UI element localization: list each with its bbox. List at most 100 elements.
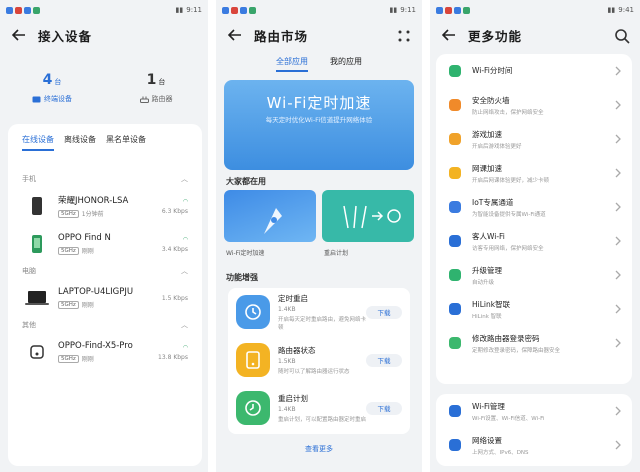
band-badge: 5GHz: [58, 300, 79, 309]
band-badge: 5GHz: [58, 246, 79, 255]
tab-blacklist[interactable]: 黑名单设备: [106, 134, 146, 151]
tab-offline[interactable]: 离线设备: [64, 134, 96, 151]
chevron-right-icon: [615, 134, 621, 144]
section-enhance: 功能增强: [226, 273, 258, 282]
item-name: 升级管理: [472, 265, 502, 275]
wifi-icon: [446, 404, 464, 418]
feature-item[interactable]: Wi-Fi分时间: [436, 54, 632, 88]
item-name: 游戏加速: [472, 129, 502, 139]
stat-routers[interactable]: 1台 路由器: [104, 72, 208, 104]
download-button[interactable]: 下载: [366, 401, 402, 415]
device-desc: 刚刚: [81, 248, 94, 255]
feature-item[interactable]: 客人Wi-Fi 访客专用网络，保护网络安全: [436, 224, 632, 258]
device-speed: 13.8 Kbps: [158, 353, 188, 361]
stat-terminal-devices[interactable]: 4台 终端设备: [0, 72, 104, 104]
feature-item[interactable]: 升级管理 自动升级: [436, 258, 632, 292]
tile-restart-plan[interactable]: [322, 190, 414, 242]
tab-my-apps[interactable]: 我的应用: [330, 56, 362, 72]
item-desc: 访客专用网络，保护网络安全: [472, 245, 544, 252]
group-header[interactable]: 手机 ︿: [8, 171, 202, 187]
guest-wifi-icon: [446, 234, 464, 248]
item-name: IoT专属通道: [472, 197, 514, 207]
feature-item[interactable]: 网络设置 上网方式、IPv6、DNS: [436, 428, 632, 462]
device-speed: 3.4 Kbps: [161, 245, 188, 253]
feature-row[interactable]: 路由器状态 1.5KB 随时可以了解路由器运行状态 下载: [228, 336, 410, 384]
device-row[interactable]: LAPTOP-U4LIGPJU 5GHz 刚刚 1.5 Kbps: [8, 279, 202, 317]
status-bar: ▮▮ 9:11: [222, 4, 416, 16]
terminal-count: 4: [42, 72, 53, 88]
device-desc: 1分钟前: [81, 211, 104, 218]
feature-row[interactable]: 重启计划 1.4KB 重启计划，可以配置路由器定时重启 下载: [228, 384, 410, 432]
router-label: 路由器: [151, 95, 173, 103]
item-desc: HiLink 智联: [472, 313, 502, 320]
page-title: 路由市场: [254, 28, 309, 44]
page-title: 更多功能: [468, 28, 523, 44]
feature-item[interactable]: 游戏加速开启后游戏体验更好: [436, 122, 632, 156]
device-name: 荣耀JHONOR-LSA: [58, 196, 129, 206]
download-button[interactable]: 下载: [366, 305, 402, 319]
laptop-icon: [25, 291, 49, 305]
terminal-device-icon: [32, 96, 41, 102]
class-icon: [446, 166, 464, 180]
item-desc: 开启后网课体验更好，减少卡顿: [472, 177, 550, 184]
status-time: 9:41: [618, 6, 634, 14]
view-more-link[interactable]: 查看更多: [216, 444, 422, 454]
tile-wifi-accel[interactable]: [224, 190, 316, 242]
phone-icon: [32, 197, 42, 215]
feature-row[interactable]: 定时重启 1.4KB 开启每天定时重启路由，避免网络卡顿 下载: [228, 288, 410, 336]
wifi-timer-icon: [446, 64, 464, 78]
item-desc: 为智能设备提供专属Wi-Fi通道: [472, 211, 546, 218]
group-header[interactable]: 电脑 ︿: [8, 263, 202, 279]
back-arrow-icon[interactable]: [436, 22, 462, 48]
device-desc: 刚刚: [81, 356, 94, 363]
hilink-icon: [446, 302, 464, 316]
feature-desc: 重启计划，可以配置路由器定时重启: [278, 417, 367, 423]
group-name: 其他: [22, 321, 36, 329]
feature-item[interactable]: 修改路由器登录密码 定期修改登录密码，保障路由器安全: [436, 326, 632, 360]
feature-item[interactable]: Wi-Fi管理 Wi-Fi设置、Wi-Fi信道、Wi-Fi: [436, 394, 632, 428]
device-name: OPPO-Find-X5-Pro: [58, 341, 133, 351]
feature-size: 1.5KB: [278, 358, 296, 365]
search-icon[interactable]: [614, 28, 630, 44]
group-name: 手机: [22, 175, 36, 183]
count-unit: 台: [158, 78, 166, 86]
device-name: LAPTOP-U4LIGPJU: [58, 287, 134, 297]
network-settings-icon: [446, 438, 464, 452]
download-button[interactable]: 下载: [366, 353, 402, 367]
feature-item[interactable]: 网课加速开启后网课体验更好，减少卡顿: [436, 156, 632, 190]
router-market-screen: ▮▮ 9:11 路由市场 全部应用 我的应用 Wi-Fi定时加速 每天定时优化Wi…: [216, 0, 422, 472]
item-name: Wi-Fi分时间: [472, 65, 513, 75]
feature-item[interactable]: HiLink智联 HiLink 智联: [436, 292, 632, 326]
item-name: HiLink智联: [472, 299, 511, 309]
chevron-right-icon: [615, 338, 621, 348]
device-row[interactable]: 荣耀JHONOR-LSA 5GHz 1分钟前 ◠ 6.3 Kbps: [8, 187, 202, 225]
firewall-icon: [446, 98, 464, 112]
game-icon: [446, 132, 464, 146]
back-arrow-icon[interactable]: [222, 22, 248, 48]
feature-size: 1.4KB: [278, 306, 296, 313]
rocket-icon: [264, 208, 282, 234]
router-status-icon: [236, 343, 270, 377]
router-restart-icon: [343, 205, 401, 229]
tab-all-apps[interactable]: 全部应用: [276, 56, 308, 72]
group-header[interactable]: 其他 ︿: [8, 317, 202, 333]
feature-name: 定时重启: [278, 294, 308, 303]
feature-item[interactable]: 安全防火墙 防止网络攻击，保护网络安全: [436, 88, 632, 122]
item-desc: 开启后游戏体验更好: [472, 143, 522, 150]
device-row[interactable]: OPPO-Find-X5-Pro 5GHz 刚刚 ◠ 13.8 Kbps: [8, 333, 202, 371]
more-grid-icon[interactable]: [396, 28, 412, 44]
feature-size: 1.4KB: [278, 406, 296, 413]
status-time: 9:11: [186, 6, 202, 14]
promo-banner[interactable]: Wi-Fi定时加速 每天定时优化Wi-Fi信道提升网络体验: [224, 80, 414, 170]
device-desc: 刚刚: [81, 302, 94, 309]
status-time: 9:11: [400, 6, 416, 14]
device-row[interactable]: OPPO Find N 5GHz 刚刚 ◠ 3.4 Kbps: [8, 225, 202, 263]
item-name: 网课加速: [472, 163, 502, 173]
chevron-right-icon: [615, 440, 621, 450]
chevron-right-icon: [615, 100, 621, 110]
feature-item[interactable]: IoT专属通道为智能设备提供专属Wi-Fi通道: [436, 190, 632, 224]
tab-online[interactable]: 在线设备: [22, 134, 54, 151]
status-bar: ▮▮ 9:11: [6, 4, 202, 16]
back-arrow-icon[interactable]: [6, 22, 32, 48]
feature-name: 路由器状态: [278, 346, 316, 355]
